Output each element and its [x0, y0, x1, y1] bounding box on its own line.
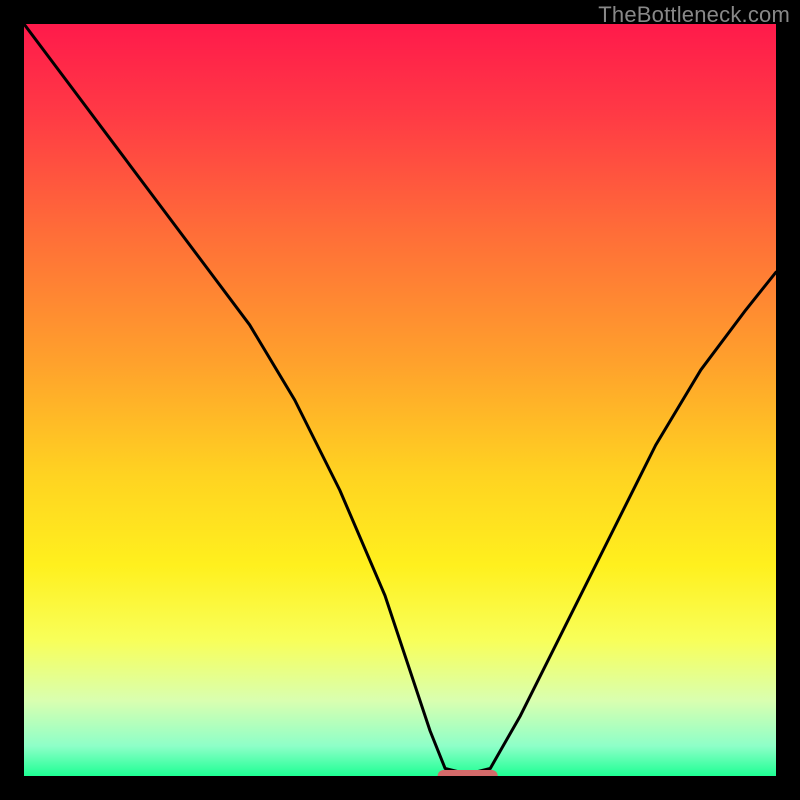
chart-frame: TheBottleneck.com — [0, 0, 800, 800]
watermark-text: TheBottleneck.com — [598, 2, 790, 28]
gradient-background — [24, 24, 776, 776]
plot-area — [24, 24, 776, 776]
bottleneck-chart — [24, 24, 776, 776]
bottleneck-marker — [438, 770, 498, 776]
